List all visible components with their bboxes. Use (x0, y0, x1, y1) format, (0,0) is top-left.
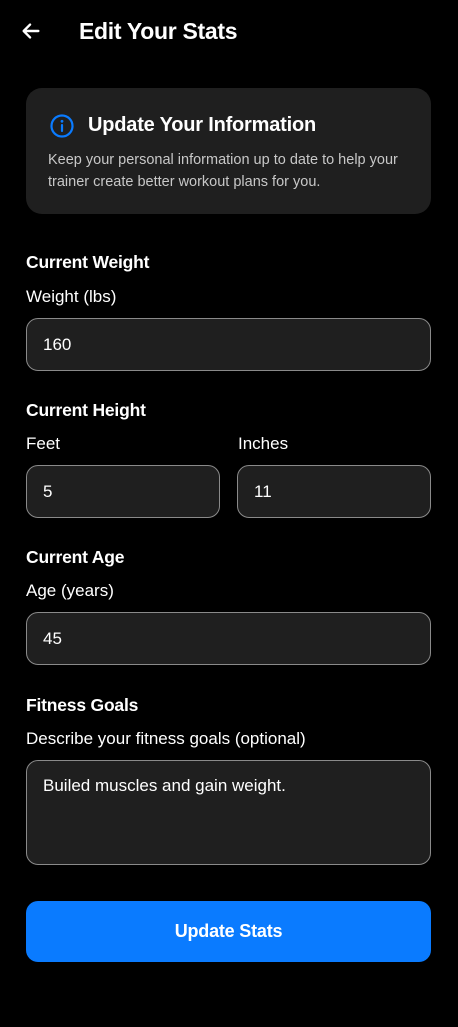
age-label: Age (years) (26, 581, 114, 600)
info-circle-icon (50, 114, 74, 138)
app-header: Edit Your Stats (0, 0, 458, 64)
weight-input[interactable] (26, 318, 431, 371)
goals-section-title: Fitness Goals (26, 695, 139, 715)
height-section-title: Current Height (26, 400, 146, 420)
update-stats-button[interactable]: Update Stats (26, 901, 431, 962)
arrow-left-icon (22, 23, 40, 39)
info-card-title: Update Your Information (88, 114, 316, 136)
page-title: Edit Your Stats (79, 18, 238, 44)
weight-section-title: Current Weight (26, 252, 150, 272)
weight-label: Weight (lbs) (26, 287, 117, 306)
age-section-title: Current Age (26, 547, 125, 567)
age-input[interactable] (26, 612, 431, 665)
info-card: Update Your Information Keep your person… (26, 88, 431, 214)
goals-textarea[interactable]: Builed muscles and gain weight. (26, 760, 431, 865)
feet-input[interactable] (26, 465, 220, 518)
back-button[interactable] (16, 16, 46, 46)
feet-label: Feet (26, 434, 61, 453)
inches-label: Inches (238, 434, 289, 453)
info-card-description: Keep your personal information up to dat… (48, 152, 398, 190)
inches-input[interactable] (237, 465, 431, 518)
goals-label: Describe your fitness goals (optional) (26, 729, 306, 748)
